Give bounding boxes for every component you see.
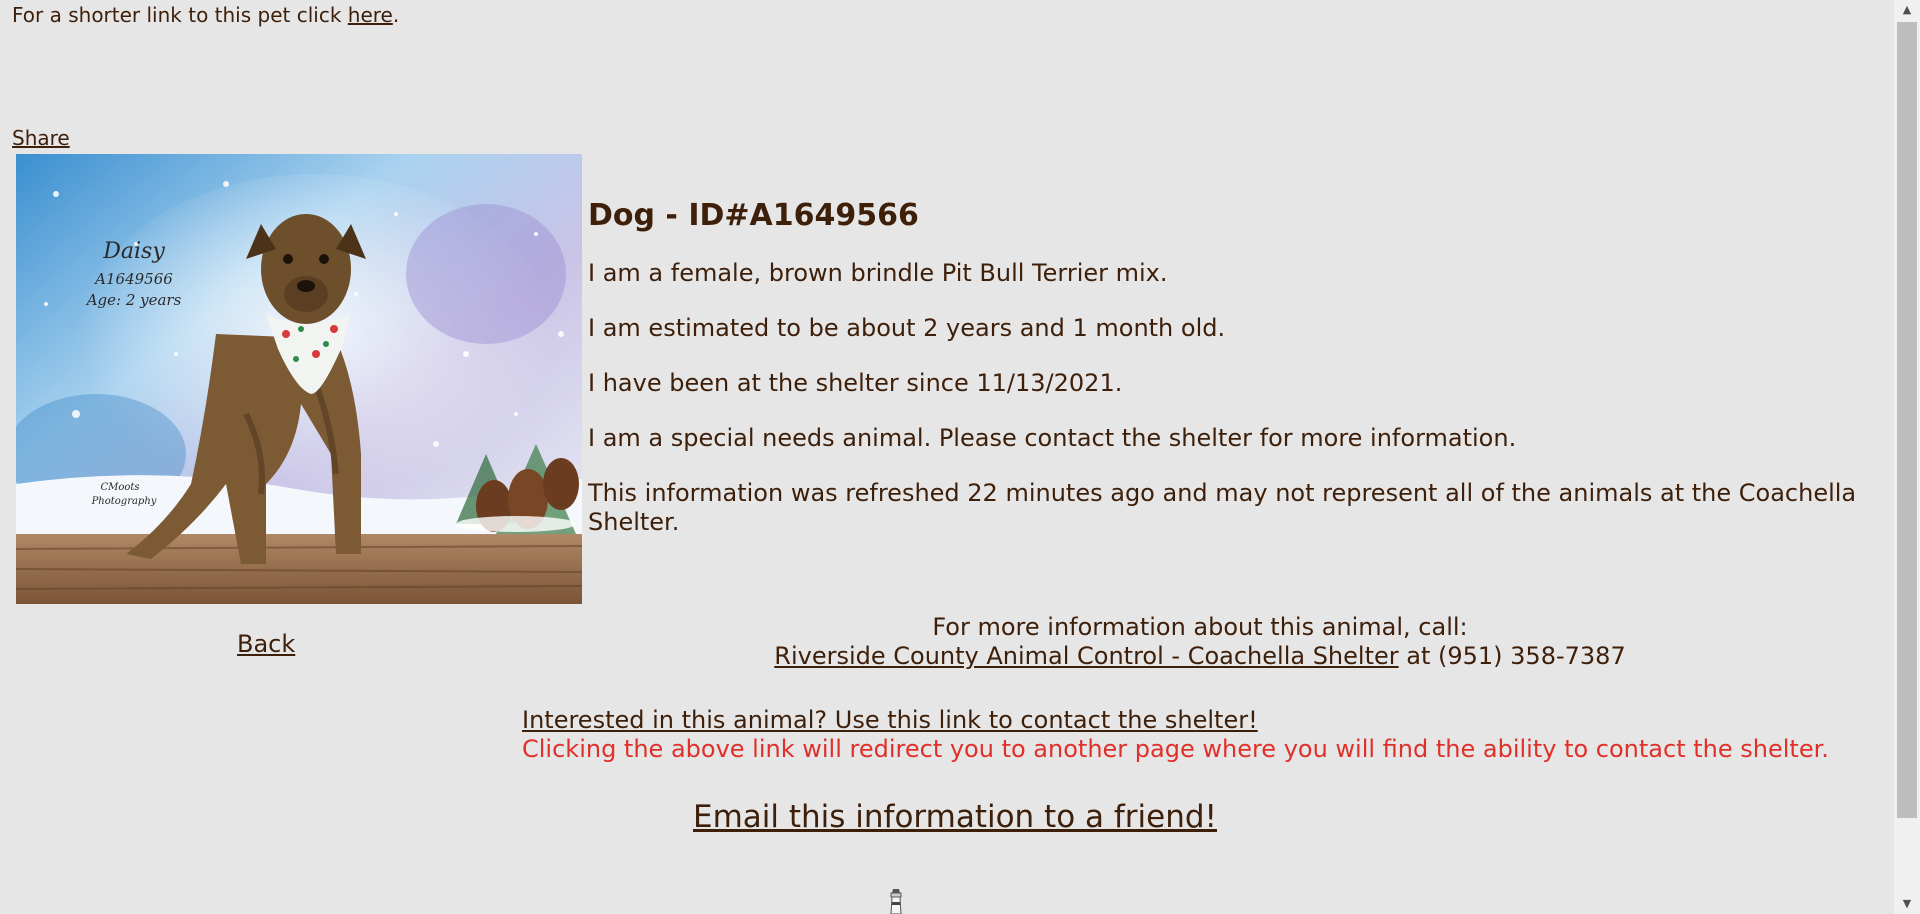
pet-detail-page: For a shorter link to this pet click her…	[0, 0, 1894, 914]
redirect-note: Clicking the above link will redirect yo…	[522, 735, 1829, 763]
contact-intro: For more information about this animal, …	[932, 613, 1468, 641]
share-link[interactable]: Share	[12, 125, 70, 151]
lighthouse-icon	[887, 887, 905, 914]
shorter-link-line: For a shorter link to this pet click her…	[12, 2, 399, 28]
pet-title: Dog - ID#A1649566	[588, 198, 919, 233]
shorter-link-text: For a shorter link to this pet click	[12, 3, 348, 27]
pet-age: I am estimated to be about 2 years and 1…	[588, 314, 1226, 342]
photo-id: A1649566	[93, 270, 173, 288]
contact-shelter-link[interactable]: Interested in this animal? Use this link…	[522, 706, 1258, 734]
photo-credit-2: Photography	[91, 496, 157, 507]
contact-info: For more information about this animal, …	[588, 613, 1812, 671]
photo-credit-1: CMoots	[100, 482, 139, 493]
shelter-link[interactable]: Riverside County Animal Control - Coache…	[774, 642, 1398, 670]
interest-section: Interested in this animal? Use this link…	[522, 706, 1829, 764]
special-needs-note: I am a special needs animal. Please cont…	[588, 424, 1517, 452]
email-friend-link[interactable]: Email this information to a friend!	[693, 797, 1217, 837]
scroll-thumb[interactable]	[1897, 22, 1917, 818]
vertical-scrollbar[interactable]: ▲ ▼	[1894, 0, 1920, 914]
shorter-link-here[interactable]: here	[348, 3, 393, 27]
pet-details: Dog - ID#A1649566 I am a female, brown b…	[588, 196, 1888, 563]
scroll-down-icon[interactable]: ▼	[1894, 894, 1920, 914]
refresh-note: This information was refreshed 22 minute…	[588, 479, 1857, 536]
shorter-link-suffix: .	[392, 3, 400, 27]
photo-name: Daisy	[102, 239, 165, 264]
pet-photo: Daisy A1649566 Age: 2 years CMoots Photo…	[16, 154, 582, 604]
photo-age: Age: 2 years	[85, 291, 182, 309]
shelter-phone: at (951) 358-7387	[1398, 642, 1626, 670]
pet-description: I am a female, brown brindle Pit Bull Te…	[588, 259, 1168, 287]
pet-intake-date: I have been at the shelter since 11/13/2…	[588, 369, 1123, 397]
scroll-up-icon[interactable]: ▲	[1894, 0, 1920, 20]
back-link[interactable]: Back	[237, 629, 295, 659]
